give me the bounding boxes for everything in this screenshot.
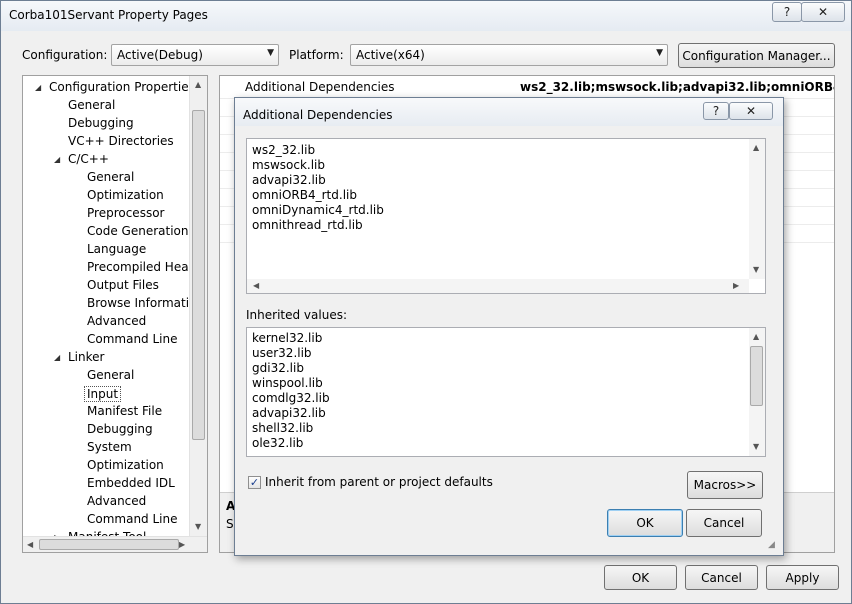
dependencies-textarea[interactable]: ws2_32.lib mswsock.lib advapi32.lib omniORB…: [246, 138, 766, 294]
configuration-label: Configuration:: [22, 48, 108, 62]
dialog-help-button[interactable]: ?: [703, 102, 729, 120]
close-icon: ✕: [817, 5, 829, 19]
help-button[interactable]: ?: [772, 2, 802, 22]
inherited-line: kernel32.lib: [252, 331, 323, 345]
inherited-values-label: Inherited values:: [246, 308, 347, 322]
tree-item[interactable]: Configuration Properties: [49, 80, 195, 94]
tree-expander-icon[interactable]: ◢: [54, 155, 60, 164]
platform-label: Platform:: [289, 48, 344, 62]
tree-item[interactable]: Output Files: [87, 278, 159, 292]
tree-item[interactable]: Advanced: [87, 314, 146, 328]
tree-item[interactable]: System: [87, 440, 132, 454]
dialog-title-bar: Additional Dependencies ? ✕: [235, 98, 783, 126]
scroll-thumb[interactable]: [192, 110, 205, 440]
tree-item[interactable]: Embedded IDL: [87, 476, 175, 490]
close-button[interactable]: ✕: [801, 2, 845, 22]
scroll-left-icon[interactable]: ◀: [27, 540, 33, 549]
inherit-checkbox[interactable]: ✓: [248, 476, 261, 489]
inherited-line: shell32.lib: [252, 421, 314, 435]
settings-tree: ◢ Configuration Properties General Debuggin…: [22, 75, 208, 553]
dialog-title: Additional Dependencies: [243, 108, 393, 122]
tree-item[interactable]: General: [87, 368, 134, 382]
dialog-ok-button[interactable]: OK: [607, 509, 683, 537]
apply-button[interactable]: Apply: [766, 565, 839, 590]
scroll-up-icon[interactable]: ▲: [195, 80, 201, 89]
macros-button[interactable]: Macros>>: [687, 471, 763, 499]
tree-item[interactable]: Precompiled Heade: [87, 260, 204, 274]
tree-item[interactable]: C/C++: [68, 152, 109, 166]
scroll-thumb[interactable]: [39, 539, 179, 550]
textarea-horizontal-scrollbar[interactable]: ◀ ▶: [247, 279, 749, 293]
tree-item[interactable]: Language: [87, 242, 146, 256]
window-title: Corba101Servant Property Pages: [9, 8, 208, 22]
property-value[interactable]: ws2_32.lib;mswsock.lib;advapi32.lib;omni…: [520, 80, 834, 94]
property-name[interactable]: Additional Dependencies: [245, 80, 394, 94]
inherited-line: ole32.lib: [252, 436, 304, 450]
inherited-line: user32.lib: [252, 346, 312, 360]
inherited-line: winspool.lib: [252, 376, 323, 390]
scroll-thumb[interactable]: [750, 346, 763, 406]
scroll-down-icon[interactable]: ▼: [753, 265, 759, 274]
tree-horizontal-scrollbar[interactable]: ◀ ▶: [23, 536, 207, 552]
scroll-down-icon[interactable]: ▼: [753, 442, 759, 451]
dependency-line: advapi32.lib: [252, 173, 326, 187]
inherited-line: gdi32.lib: [252, 361, 304, 375]
tree-vertical-scrollbar[interactable]: ▲ ▼: [189, 76, 207, 536]
scroll-right-icon[interactable]: ▶: [733, 281, 739, 290]
tree-item[interactable]: Manifest File: [87, 404, 162, 418]
ok-button[interactable]: OK: [604, 565, 677, 590]
tree-item[interactable]: Preprocessor: [87, 206, 164, 220]
dropdown-arrow-icon: ▼: [656, 48, 663, 58]
close-icon: ✕: [745, 104, 757, 118]
tree-item[interactable]: Browse Information: [87, 296, 204, 310]
dependency-line: omniORB4_rtd.lib: [252, 188, 357, 202]
dialog-cancel-button[interactable]: Cancel: [686, 509, 762, 537]
inherited-line: advapi32.lib: [252, 406, 326, 420]
help-icon: ?: [783, 5, 791, 19]
resize-grip-icon[interactable]: ◢: [768, 540, 775, 550]
configuration-dropdown[interactable]: Active(Debug) ▼: [111, 44, 279, 66]
scroll-up-icon[interactable]: ▲: [753, 143, 759, 152]
help-icon: ?: [712, 104, 720, 118]
dependency-line: ws2_32.lib: [252, 143, 316, 157]
scroll-left-icon[interactable]: ◀: [253, 281, 259, 290]
dependency-line: mswsock.lib: [252, 158, 325, 172]
dependency-line: omnithread_rtd.lib: [252, 218, 363, 232]
tree-item[interactable]: Linker: [68, 350, 104, 364]
textarea-vertical-scrollbar[interactable]: ▲ ▼: [749, 139, 765, 279]
title-bar: Corba101Servant Property Pages ? ✕: [1, 1, 851, 31]
tree-item[interactable]: Command Line: [87, 332, 178, 346]
scroll-right-icon[interactable]: ▶: [179, 540, 185, 549]
tree-item[interactable]: Command Line: [87, 512, 178, 526]
inherit-label: Inherit from parent or project defaults: [265, 475, 493, 489]
platform-value: Active(x64): [356, 48, 425, 62]
dialog-close-button[interactable]: ✕: [729, 102, 773, 120]
cancel-button[interactable]: Cancel: [685, 565, 758, 590]
configuration-manager-button[interactable]: Configuration Manager...: [678, 43, 835, 68]
tree-item[interactable]: Optimization: [87, 458, 164, 472]
tree-item[interactable]: Code Generation: [87, 224, 188, 238]
additional-dependencies-dialog: Additional Dependencies ? ✕ ws2_32.lib ms…: [234, 97, 784, 556]
configuration-value: Active(Debug): [117, 48, 203, 62]
tree-item[interactable]: Advanced: [87, 494, 146, 508]
checkmark-icon: ✓: [249, 476, 260, 489]
inherited-line: comdlg32.lib: [252, 391, 330, 405]
tree-item[interactable]: Debugging: [87, 422, 153, 436]
tree-item[interactable]: VC++ Directories: [68, 134, 174, 148]
tree-item[interactable]: General: [87, 170, 134, 184]
inherited-vertical-scrollbar[interactable]: ▲ ▼: [749, 328, 765, 456]
scroll-up-icon[interactable]: ▲: [753, 332, 759, 341]
dropdown-arrow-icon: ▼: [267, 48, 274, 58]
tree-item[interactable]: General: [68, 98, 115, 112]
tree-expander-icon[interactable]: ◢: [54, 353, 60, 362]
inherited-values-list[interactable]: kernel32.lib user32.lib gdi32.lib winspool.…: [246, 327, 766, 457]
platform-dropdown[interactable]: Active(x64) ▼: [350, 44, 668, 66]
tree-item[interactable]: Debugging: [68, 116, 134, 130]
tree-item[interactable]: Optimization: [87, 188, 164, 202]
dependency-line: omniDynamic4_rtd.lib: [252, 203, 384, 217]
tree-item-selected[interactable]: Input: [84, 386, 122, 402]
scroll-down-icon[interactable]: ▼: [195, 522, 201, 531]
tree-expander-icon[interactable]: ◢: [35, 83, 41, 92]
